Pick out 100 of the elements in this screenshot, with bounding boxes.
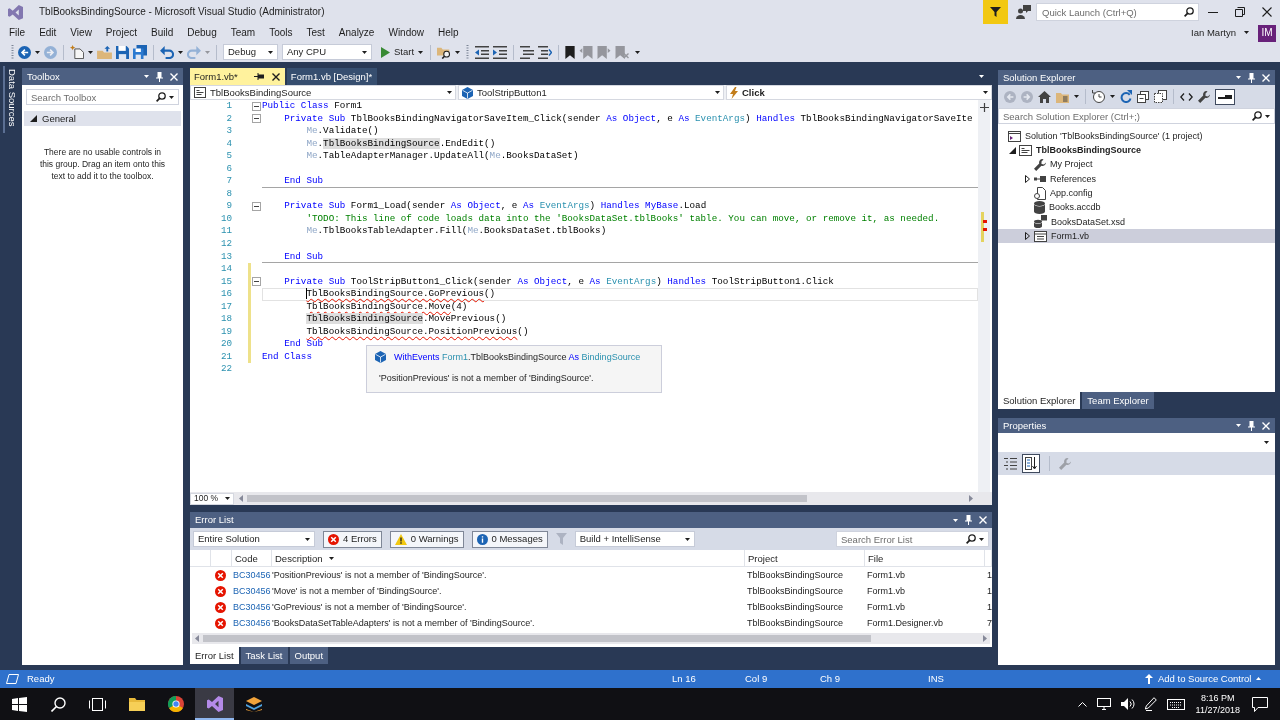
- quick-launch-field[interactable]: Quick Launch (Ctrl+Q): [1042, 6, 1184, 18]
- menu-item[interactable]: Tools: [262, 27, 300, 39]
- group-header[interactable]: General: [24, 111, 181, 126]
- toolbar-grip[interactable]: [466, 45, 470, 59]
- search-field[interactable]: Search Solution Explorer (Ctrl+;): [1003, 110, 1249, 122]
- tree-item[interactable]: Books.accdb: [1034, 201, 1101, 215]
- search-icon[interactable]: [1184, 7, 1194, 17]
- toolbar-grip[interactable]: [11, 45, 14, 59]
- funnel-icon[interactable]: [983, 0, 1008, 24]
- search-box[interactable]: Search Toolbox: [26, 89, 179, 105]
- caret-icon[interactable]: [88, 50, 93, 54]
- new-item-icon[interactable]: [70, 45, 84, 59]
- menu-item[interactable]: Edit: [32, 27, 64, 39]
- error-code-link[interactable]: BC30456: [233, 585, 271, 596]
- caret-icon[interactable]: [1236, 424, 1241, 427]
- preview-icon[interactable]: [1215, 88, 1235, 105]
- scope-dropdown[interactable]: Entire Solution: [193, 531, 315, 547]
- menu-item[interactable]: Team: [223, 27, 263, 39]
- undo-icon[interactable]: [160, 45, 174, 59]
- navigation-dropdown[interactable]: Click: [726, 85, 992, 100]
- errors-filter-button[interactable]: 4 Errors: [323, 530, 382, 548]
- menu-item[interactable]: Help: [431, 27, 466, 39]
- menu-item[interactable]: Window: [381, 27, 431, 39]
- horizontal-scrollbar[interactable]: [192, 633, 990, 644]
- code-brackets-icon[interactable]: [1180, 92, 1193, 101]
- search-box[interactable]: Search Solution Explorer (Ctrl+;): [998, 108, 1275, 124]
- search-icon[interactable]: [1252, 111, 1262, 121]
- panel-tab[interactable]: Solution Explorer: [998, 392, 1081, 409]
- caret-icon[interactable]: [979, 537, 984, 541]
- scroll-right-icon[interactable]: [983, 635, 987, 642]
- quick-launch-box[interactable]: Quick Launch (Ctrl+Q): [1036, 3, 1199, 21]
- vertical-scrollbar[interactable]: [978, 100, 990, 492]
- tree-item[interactable]: References: [1034, 173, 1097, 185]
- caret-icon[interactable]: [178, 50, 183, 54]
- pin-icon[interactable]: [965, 515, 972, 525]
- tree-item[interactable]: Solution 'TblBooksBindingSource' (1 project): [1008, 130, 1203, 142]
- indent-icon[interactable]: [493, 45, 508, 59]
- network-icon[interactable]: [1096, 698, 1111, 710]
- column-header[interactable]: File: [865, 550, 985, 567]
- messages-filter-button[interactable]: 0 Messages: [471, 530, 548, 548]
- editor-tab[interactable]: Form1.vb*: [190, 68, 285, 85]
- dropdown[interactable]: Any CPU: [282, 44, 372, 60]
- search-field[interactable]: Search Toolbox: [31, 91, 153, 103]
- panel-tab[interactable]: Team Explorer: [1082, 392, 1154, 409]
- account-menu[interactable]: Ian Martyn: [1191, 27, 1249, 39]
- account-avatar[interactable]: IM: [1258, 24, 1276, 42]
- clock-time[interactable]: 8:16 PM: [1195, 692, 1240, 704]
- search-box[interactable]: Search Error List: [836, 531, 989, 547]
- clock-date[interactable]: 11/27/2018: [1195, 704, 1240, 716]
- editor-tab[interactable]: Form1.vb [Design]*: [286, 68, 378, 85]
- source-dropdown[interactable]: Build + IntelliSense: [574, 531, 695, 547]
- collapse-icon[interactable]: [252, 101, 261, 111]
- caret-icon[interactable]: [1074, 95, 1079, 98]
- horizontal-scrollbar[interactable]: [236, 493, 976, 504]
- menu-item[interactable]: Debug: [180, 27, 224, 39]
- tree-item[interactable]: TblBooksBindingSource: [1019, 144, 1141, 156]
- triangle-right-icon[interactable]: [1024, 232, 1030, 241]
- minimize-icon[interactable]: [1207, 11, 1218, 13]
- error-code-link[interactable]: BC30456: [233, 601, 271, 612]
- scrollbar-thumb[interactable]: [247, 495, 807, 502]
- zoom-dropdown[interactable]: 100 %: [190, 492, 234, 505]
- task-view-icon[interactable]: [89, 697, 106, 711]
- column-header[interactable]: Code: [232, 550, 272, 567]
- restore-icon[interactable]: [1234, 7, 1245, 17]
- notification-icon[interactable]: [1252, 696, 1268, 712]
- search-icon[interactable]: [966, 534, 976, 544]
- tree-item[interactable]: BooksDataSet.xsd: [1034, 215, 1126, 229]
- search-icon[interactable]: [156, 92, 166, 102]
- caret-icon[interactable]: [455, 50, 461, 54]
- folder-search-icon[interactable]: [437, 45, 452, 59]
- save-icon[interactable]: [116, 45, 129, 59]
- pin-icon[interactable]: [1248, 420, 1255, 431]
- scroll-left-icon[interactable]: [239, 495, 243, 502]
- pin-icon[interactable]: [253, 73, 264, 80]
- layers-icon[interactable]: [245, 696, 262, 712]
- wrench-icon[interactable]: [1198, 90, 1210, 103]
- menu-item[interactable]: Test: [299, 27, 332, 39]
- caret-icon[interactable]: [169, 95, 174, 99]
- keyboard-icon[interactable]: [1166, 698, 1185, 710]
- person-chat-icon[interactable]: [1016, 5, 1031, 19]
- uncomment-lines-icon[interactable]: [538, 45, 553, 59]
- side-tab[interactable]: Data Sources: [3, 66, 20, 133]
- triangle-right-icon[interactable]: [1024, 175, 1030, 184]
- collapse-icon[interactable]: [252, 202, 261, 212]
- collapse-icon[interactable]: [252, 277, 261, 287]
- open-folder-icon[interactable]: [97, 45, 112, 59]
- caret-icon[interactable]: [1236, 76, 1241, 79]
- menu-item[interactable]: Analyze: [331, 27, 382, 39]
- back-icon[interactable]: [18, 45, 31, 59]
- tree-item[interactable]: App.config: [1034, 186, 1093, 200]
- four-squares-icon[interactable]: [12, 696, 27, 712]
- navigation-dropdown[interactable]: ToolStripButton1: [458, 85, 724, 100]
- overflow-caret-icon[interactable]: [635, 50, 641, 54]
- caret-icon[interactable]: [144, 75, 149, 78]
- home-icon[interactable]: [1038, 90, 1051, 103]
- start-button[interactable]: Start: [378, 43, 427, 61]
- panel-tab[interactable]: Task List: [240, 647, 288, 664]
- collapse-all-icon[interactable]: [1137, 90, 1149, 103]
- split-icon[interactable]: [979, 103, 989, 112]
- ribbon-logo-icon[interactable]: [206, 696, 223, 712]
